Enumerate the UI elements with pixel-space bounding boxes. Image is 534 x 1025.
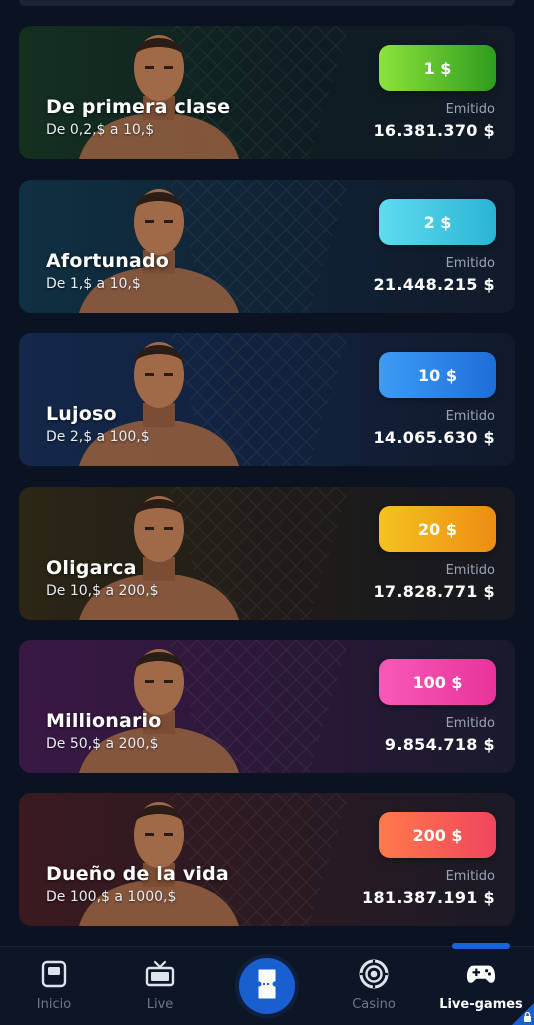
ticket-range: De 2,$ a 100,$ xyxy=(46,429,150,445)
tv-icon xyxy=(145,959,175,989)
ticket-title: Lujoso xyxy=(46,403,117,425)
nav-label-inicio: Inicio xyxy=(36,997,72,1012)
issued-label: Emitido xyxy=(445,869,495,884)
lock-badge-icon xyxy=(512,1003,534,1025)
issued-label: Emitido xyxy=(445,256,495,271)
previous-card-edge xyxy=(19,0,515,6)
buy-ticket-button[interactable]: 2 $ xyxy=(379,199,496,245)
ticket-card[interactable]: Millionario De 50,$ a 200,$ 100 $ Emitido 9.… xyxy=(19,640,515,773)
issued-amount: 9.854.718 $ xyxy=(384,735,495,754)
fighter-portrait xyxy=(79,189,239,313)
ticket-title: De primera clase xyxy=(46,96,231,118)
issued-label: Emitido xyxy=(445,102,495,117)
issued-amount: 17.828.771 $ xyxy=(373,582,495,601)
ticket-title: Millionario xyxy=(46,710,162,732)
gamepad-icon xyxy=(466,959,496,989)
ticket-range: De 50,$ a 200,$ xyxy=(46,736,159,752)
nav-item-live[interactable]: Live xyxy=(110,959,210,1019)
buy-ticket-button[interactable]: 20 $ xyxy=(379,506,496,552)
home-icon xyxy=(39,959,69,989)
issued-amount: 14.065.630 $ xyxy=(373,428,495,447)
fighter-portrait xyxy=(79,649,239,773)
nav-item-casino[interactable]: Casino xyxy=(324,959,424,1019)
fighter-portrait xyxy=(79,342,239,466)
buy-ticket-button[interactable]: 10 $ xyxy=(379,352,496,398)
ticket-range: De 1,$ a 10,$ xyxy=(46,276,141,292)
chip-icon xyxy=(359,959,389,989)
issued-amount: 21.448.215 $ xyxy=(373,275,495,294)
ticket-range: De 100,$ a 1000,$ xyxy=(46,889,177,905)
ticket-card[interactable]: De primera clase De 0,2,$ a 10,$ 1 $ Emitid… xyxy=(19,26,515,159)
tickets-button[interactable] xyxy=(239,958,295,1014)
nav-item-inicio[interactable]: Inicio xyxy=(4,959,104,1019)
nav-label-live: Live xyxy=(146,997,174,1012)
ticket-title: Afortunado xyxy=(46,250,170,272)
issued-amount: 16.381.370 $ xyxy=(373,121,495,140)
ticket-card[interactable]: Lujoso De 2,$ a 100,$ 10 $ Emitido 14.065.63… xyxy=(19,333,515,466)
bottom-navigation: Inicio Live Casino Live-games xyxy=(0,943,534,1025)
buy-ticket-button[interactable]: 100 $ xyxy=(379,659,496,705)
ticket-range: De 0,2,$ a 10,$ xyxy=(46,122,155,138)
buy-ticket-button[interactable]: 200 $ xyxy=(379,812,496,858)
ticket-card[interactable]: Oligarca De 10,$ a 200,$ 20 $ Emitido 17.828… xyxy=(19,487,515,620)
ticket-title: Dueño de la vida xyxy=(46,863,229,885)
buy-ticket-button[interactable]: 1 $ xyxy=(379,45,496,91)
ticket-range: De 10,$ a 200,$ xyxy=(46,583,159,599)
issued-label: Emitido xyxy=(445,716,495,731)
ticket-card[interactable]: Afortunado De 1,$ a 10,$ 2 $ Emitido 21.448.… xyxy=(19,180,515,313)
fighter-portrait xyxy=(79,496,239,620)
issued-amount: 181.387.191 $ xyxy=(362,888,495,907)
active-tab-indicator xyxy=(452,943,510,949)
ticket-title: Oligarca xyxy=(46,557,137,579)
ticket-icon xyxy=(256,968,278,1004)
issued-label: Emitido xyxy=(445,409,495,424)
issued-label: Emitido xyxy=(445,563,495,578)
ticket-card[interactable]: Dueño de la vida De 100,$ a 1000,$ 200 $ Em… xyxy=(19,793,515,926)
fighter-portrait xyxy=(79,35,239,159)
nav-label-live-games: Live-games xyxy=(439,997,523,1012)
fighter-portrait xyxy=(79,802,239,926)
nav-label-casino: Casino xyxy=(352,997,396,1012)
